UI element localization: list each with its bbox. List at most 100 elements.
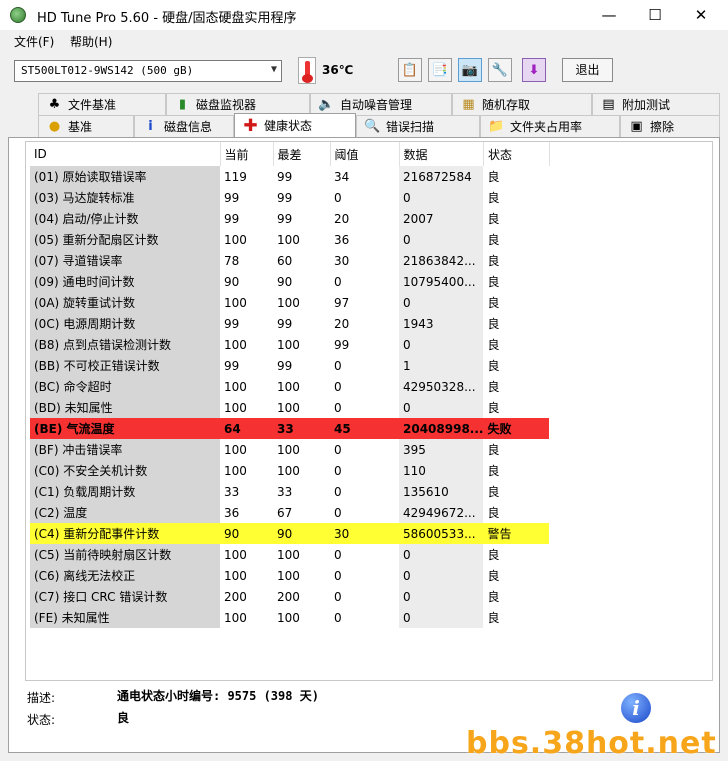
- cell-id: (C7) 接口 CRC 错误计数: [30, 586, 220, 607]
- table-row[interactable]: (C4) 重新分配事件计数 90 90 30 58600533... 警告: [30, 523, 550, 544]
- menu-bar: 文件(F) 帮助(H): [0, 31, 728, 51]
- cell-current: 100: [224, 442, 247, 457]
- cell-worst: 33: [273, 418, 330, 439]
- table-row[interactable]: (C0) 不安全关机计数 100 100 0 110 良: [30, 460, 549, 481]
- col-header-threshold[interactable]: 阈值: [330, 142, 400, 166]
- col-header-worst[interactable]: 最差: [273, 142, 331, 166]
- cell-worst: 100: [277, 610, 300, 625]
- cell-worst: 100: [277, 295, 300, 310]
- tab-file-benchmark[interactable]: ♣ 文件基准: [38, 93, 166, 115]
- tab-extra-tests[interactable]: ▤ 附加测试: [592, 93, 720, 115]
- table-row[interactable]: (04) 启动/停止计数 99 99 20 2007 良: [30, 208, 549, 229]
- cell-current: 33: [224, 484, 240, 499]
- speaker-icon: 🔈: [318, 97, 335, 112]
- cell-worst: 33: [277, 484, 293, 499]
- cell-threshold: 0: [334, 484, 342, 499]
- tab-label: 基准: [68, 120, 93, 134]
- cell-threshold: 0: [334, 379, 342, 394]
- minimize-button[interactable]: —: [586, 0, 632, 30]
- table-row[interactable]: (C1) 负载周期计数 33 33 0 135610 良: [30, 481, 549, 502]
- tab-strip-bottom: ● 基准 i 磁盘信息 ✚ 健康状态 🔍 错误扫描 📁 文件夹占用率 ▣ 擦除: [8, 113, 720, 137]
- menu-file[interactable]: 文件(F): [14, 33, 54, 50]
- info-icon[interactable]: i: [621, 693, 651, 723]
- health-panel: ID 当前 最差 阈值 数据 状态 (01) 原始读取错误率 119 99 34 216…: [8, 137, 720, 753]
- cell-status: 良: [487, 380, 500, 394]
- col-header-current[interactable]: 当前: [220, 142, 274, 166]
- tab-label: 错误扫描: [386, 120, 435, 134]
- cell-current: 100: [224, 568, 247, 583]
- table-row[interactable]: (FE) 未知属性 100 100 0 0 良: [30, 607, 549, 628]
- cell-status: 良: [487, 254, 500, 268]
- cell-worst: 60: [277, 253, 293, 268]
- col-header-data[interactable]: 数据: [399, 142, 484, 166]
- menu-help[interactable]: 帮助(H): [70, 33, 112, 50]
- table-row[interactable]: (09) 通电时间计数 90 90 0 10795400... 良: [30, 271, 549, 292]
- cell-worst: 200: [277, 589, 300, 604]
- table-row[interactable]: (BB) 不可校正错误计数 99 99 0 1 良: [30, 355, 549, 376]
- table-row[interactable]: (07) 寻道错误率 78 60 30 21863842... 良: [30, 250, 549, 271]
- maximize-button[interactable]: ☐: [632, 0, 678, 30]
- cell-status: 失败: [483, 418, 550, 439]
- table-row[interactable]: (C6) 离线无法校正 100 100 0 0 良: [30, 565, 549, 586]
- cell-worst: 90: [273, 523, 330, 544]
- screenshot-button[interactable]: 📷: [458, 58, 482, 82]
- cell-current: 99: [224, 190, 240, 205]
- cell-id: (C1) 负载周期计数: [30, 481, 220, 502]
- eraser-icon: ▣: [630, 119, 643, 134]
- table-row[interactable]: (BE) 气流温度 64 33 45 20408998... 失败: [30, 418, 550, 439]
- table-row[interactable]: (05) 重新分配扇区计数 100 100 36 0 良: [30, 229, 549, 250]
- cell-worst: 100: [277, 379, 300, 394]
- copy-text-button[interactable]: 📋: [398, 58, 422, 82]
- table-row[interactable]: (BD) 未知属性 100 100 0 0 良: [30, 397, 549, 418]
- save-button[interactable]: ⬇: [522, 58, 546, 82]
- cell-threshold: 0: [334, 610, 342, 625]
- tab-benchmark[interactable]: ● 基准: [38, 115, 134, 137]
- close-button[interactable]: ✕: [678, 0, 724, 30]
- window-title: HD Tune Pro 5.60 - 硬盘/固态硬盘实用程序: [37, 11, 297, 26]
- copy-text-icon: 📋: [401, 62, 419, 78]
- cell-id: (C5) 当前待映射扇区计数: [30, 544, 220, 565]
- tab-label: 文件基准: [68, 98, 117, 112]
- table-row[interactable]: (0A) 旋转重试计数 100 100 97 0 良: [30, 292, 549, 313]
- cell-status: 良: [487, 338, 500, 352]
- cell-worst: 100: [277, 547, 300, 562]
- copy-image-button[interactable]: 📑: [428, 58, 452, 82]
- tab-random-access[interactable]: ▦ 随机存取: [452, 93, 592, 115]
- cell-status: 良: [487, 485, 500, 499]
- tab-disk-info[interactable]: i 磁盘信息: [134, 115, 234, 137]
- smart-attribute-list[interactable]: ID 当前 最差 阈值 数据 状态 (01) 原始读取错误率 119 99 34 216…: [25, 141, 713, 681]
- drive-select[interactable]: ST500LT012-9WS142 (500 gB) ▼: [14, 60, 282, 82]
- cell-current: 99: [224, 211, 240, 226]
- col-header-id[interactable]: ID: [30, 142, 221, 166]
- cell-worst: 100: [277, 232, 300, 247]
- cell-current: 90: [224, 274, 240, 289]
- cell-status: 良: [487, 191, 500, 205]
- col-header-status[interactable]: 状态: [483, 142, 550, 166]
- cell-threshold: 0: [334, 463, 342, 478]
- table-row[interactable]: (BF) 冲击错误率 100 100 0 395 良: [30, 439, 549, 460]
- tab-folder-usage[interactable]: 📁 文件夹占用率: [480, 115, 620, 137]
- tab-health[interactable]: ✚ 健康状态: [234, 113, 356, 137]
- table-row[interactable]: (C7) 接口 CRC 错误计数 200 200 0 0 良: [30, 586, 549, 607]
- cell-current: 90: [220, 523, 273, 544]
- tab-disk-monitor[interactable]: ▮ 磁盘监视器: [166, 93, 310, 115]
- options-button[interactable]: 🔧: [488, 58, 512, 82]
- tab-noise-management[interactable]: 🔈 自动噪音管理: [310, 93, 452, 115]
- thermometer-icon: [298, 57, 316, 84]
- table-row[interactable]: (C2) 温度 36 67 0 42949672... 良: [30, 502, 549, 523]
- table-row[interactable]: (C5) 当前待映射扇区计数 100 100 0 0 良: [30, 544, 549, 565]
- cell-worst: 99: [277, 190, 293, 205]
- cell-data: 0: [399, 334, 484, 355]
- tab-erase[interactable]: ▣ 擦除: [620, 115, 720, 137]
- table-row[interactable]: (B8) 点到点错误检测计数 100 100 99 0 良: [30, 334, 549, 355]
- tab-error-scan[interactable]: 🔍 错误扫描: [356, 115, 480, 137]
- cell-threshold: 0: [334, 568, 342, 583]
- table-row[interactable]: (0C) 电源周期计数 99 99 20 1943 良: [30, 313, 549, 334]
- camera-icon: 📷: [461, 62, 479, 78]
- exit-button[interactable]: 退出: [562, 58, 613, 82]
- table-row[interactable]: (BC) 命令超时 100 100 0 42950328... 良: [30, 376, 549, 397]
- table-row[interactable]: (01) 原始读取错误率 119 99 34 216872584 良: [30, 166, 549, 187]
- table-row[interactable]: (03) 马达旋转标准 99 99 0 0 良: [30, 187, 549, 208]
- drive-select-value: ST500LT012-9WS142 (500 gB): [21, 64, 194, 77]
- cell-threshold: 0: [334, 505, 342, 520]
